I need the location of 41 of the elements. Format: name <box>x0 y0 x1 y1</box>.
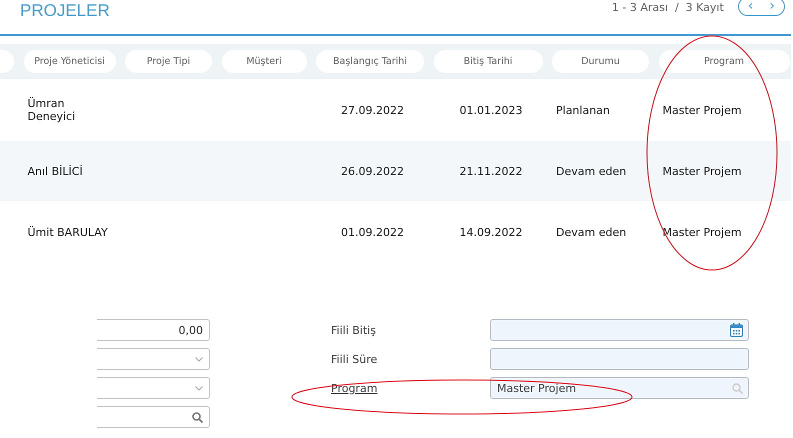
column-header[interactable]: Proje Tipi <box>125 50 212 73</box>
table-cell-text: Planlanan <box>555 104 611 116</box>
input-field[interactable]: Master Projem <box>490 377 749 399</box>
table-cell-text: 01.09.2022 <box>340 226 405 238</box>
table-cell-text: Ümran Deneyici <box>26 97 76 123</box>
input-field[interactable] <box>97 406 210 428</box>
search-icon[interactable] <box>732 382 743 394</box>
table-cell-text: 26.09.2022 <box>340 164 405 178</box>
page-title: PROJELER <box>20 1 110 21</box>
chevron-down-icon <box>195 386 203 390</box>
search-icon <box>192 412 203 422</box>
column-header[interactable]: Bitiş Tarihi <box>434 50 542 73</box>
table-row[interactable]: Ümran Deneyici 27.09.2022 01.01.2023 Planlanan Master Projem <box>0 79 791 141</box>
table-cell-text: Devam eden <box>555 164 628 178</box>
calendar-icon[interactable] <box>730 323 743 337</box>
table-cell-text: Master Projem <box>662 104 743 116</box>
field-label: Fiili Süre <box>331 352 378 366</box>
column-header[interactable]: Durumu <box>552 50 649 73</box>
table-cell-text: 21.11.2022 <box>458 164 524 178</box>
table-cell-text: Devam eden <box>555 226 628 238</box>
column-header[interactable]: Proje Yöneticisi <box>24 50 116 73</box>
table-cell-text: Master Projem <box>662 164 743 178</box>
input-field[interactable] <box>490 348 749 370</box>
dropdown[interactable] <box>97 348 210 370</box>
column-header[interactable]: Program <box>658 50 790 73</box>
column-header[interactable]: Başlangıç Tarihi <box>316 50 424 73</box>
table-cell-text: Anıl BİLİCİ <box>26 164 84 178</box>
table-cell-text: Ümit BARULAY <box>26 226 109 238</box>
dropdown[interactable] <box>97 377 210 399</box>
table-cell-text: 27.09.2022 <box>340 104 405 116</box>
table-cell-text: 14.09.2022 <box>458 226 524 238</box>
chevron-down-icon <box>195 356 203 362</box>
field-link[interactable]: Program <box>331 382 490 394</box>
field-label: Fiili Bitiş <box>331 324 377 336</box>
next-page-button[interactable]: › <box>764 0 780 15</box>
table-cell-text: 01.01.2023 <box>458 104 524 116</box>
record-count: 1 - 3 Arası / 3 Kayıt <box>612 1 724 14</box>
input-field[interactable] <box>490 319 749 341</box>
column-header[interactable]: Müşteri <box>222 50 306 73</box>
table-row[interactable]: Anıl BİLİCİ 26.09.2022 21.11.2022 Devam eden Master Projem <box>0 141 791 201</box>
input-field[interactable]: 0,00 <box>97 319 210 341</box>
